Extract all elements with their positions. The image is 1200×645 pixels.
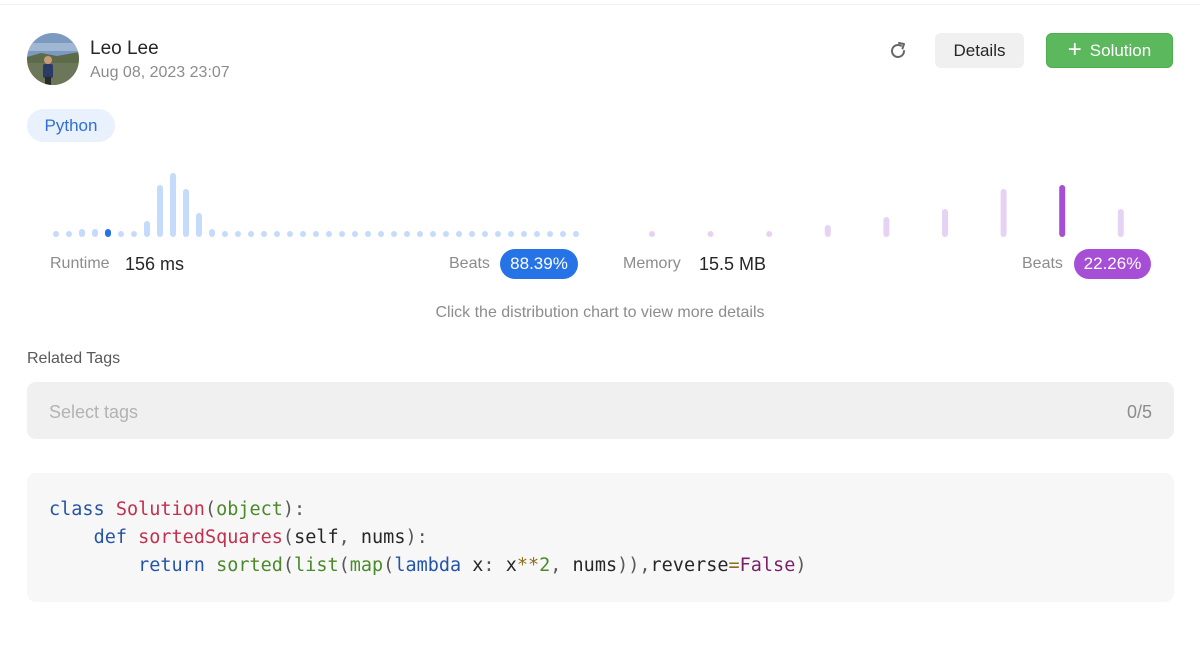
- refresh-icon: [891, 42, 905, 58]
- solution-button-label: Solution: [1089, 40, 1152, 60]
- runtime-distribution-bar[interactable]: [469, 231, 475, 237]
- runtime-distribution-bar[interactable]: [66, 231, 72, 237]
- runtime-distribution-bar[interactable]: [183, 189, 189, 237]
- avatar-photo: [27, 33, 79, 85]
- runtime-distribution-bar[interactable]: [222, 231, 228, 237]
- runtime-distribution-bar[interactable]: [430, 231, 436, 237]
- memory-label: Memory: [623, 255, 681, 272]
- submission-detail-page: Leo Lee Aug 08, 2023 23:07 Details + Sol…: [0, 0, 1200, 645]
- add-solution-button[interactable]: + Solution: [1046, 33, 1173, 68]
- user-name[interactable]: Leo Lee: [90, 38, 159, 60]
- runtime-distribution-bar[interactable]: [404, 231, 410, 237]
- refresh-button[interactable]: [884, 37, 912, 65]
- memory-distribution-bar[interactable]: [942, 209, 948, 237]
- plus-icon: +: [1067, 35, 1082, 63]
- chart-hint: Click the distribution chart to view mor…: [435, 304, 765, 321]
- runtime-value: 156 ms: [125, 254, 185, 274]
- memory-distribution-bar[interactable]: [1117, 209, 1124, 237]
- code-line-1: class Solution(object):: [49, 499, 306, 520]
- runtime-distribution-bar[interactable]: [352, 231, 358, 237]
- runtime-label: Runtime: [50, 255, 110, 272]
- runtime-distribution-bar[interactable]: [547, 231, 553, 237]
- runtime-distribution-bar[interactable]: [105, 229, 111, 237]
- runtime-beats-badge: 88.39%: [500, 249, 578, 279]
- runtime-distribution-bar[interactable]: [365, 231, 371, 237]
- runtime-distribution-bar[interactable]: [300, 231, 306, 237]
- language-tag: Python: [27, 109, 115, 142]
- memory-distribution-bar[interactable]: [824, 225, 831, 237]
- memory-value: 15.5 MB: [699, 254, 767, 274]
- runtime-distribution-bar[interactable]: [157, 185, 163, 237]
- runtime-distribution-bar[interactable]: [482, 231, 488, 237]
- runtime-distribution-bar[interactable]: [209, 229, 215, 237]
- runtime-distribution-bar[interactable]: [534, 231, 540, 237]
- runtime-distribution-bar[interactable]: [144, 221, 150, 237]
- runtime-distribution-bar[interactable]: [92, 229, 98, 237]
- avatar[interactable]: [27, 33, 79, 85]
- memory-distribution-bar[interactable]: [1059, 185, 1066, 237]
- runtime-distribution-bar[interactable]: [573, 231, 579, 237]
- memory-distribution-bar[interactable]: [766, 231, 773, 237]
- runtime-distribution-bar[interactable]: [118, 231, 124, 237]
- runtime-distribution-bar[interactable]: [196, 213, 202, 237]
- memory-distribution-bar[interactable]: [649, 231, 655, 237]
- memory-beats-badge: 22.26%: [1074, 249, 1151, 279]
- top-divider: [0, 4, 1200, 5]
- runtime-distribution-bar[interactable]: [170, 173, 176, 237]
- runtime-distribution-bar[interactable]: [326, 231, 332, 237]
- runtime-distribution-bar[interactable]: [521, 231, 527, 237]
- runtime-distribution-bar[interactable]: [456, 231, 462, 237]
- runtime-distribution-bar[interactable]: [443, 231, 449, 237]
- runtime-distribution-bar[interactable]: [53, 231, 59, 237]
- code-content: class Solution(object): def sortedSquare…: [49, 496, 806, 580]
- runtime-distribution-bar[interactable]: [508, 231, 514, 237]
- runtime-distribution-bar[interactable]: [248, 231, 254, 237]
- tags-placeholder: Select tags: [49, 402, 139, 422]
- memory-distribution-bar[interactable]: [883, 217, 890, 237]
- tags-select[interactable]: Select tags 0/5: [27, 382, 1174, 439]
- runtime-distribution-bar[interactable]: [274, 231, 280, 237]
- runtime-distribution-bar[interactable]: [79, 229, 85, 237]
- runtime-distribution-bar[interactable]: [235, 231, 241, 237]
- code-block[interactable]: class Solution(object): def sortedSquare…: [27, 473, 1174, 602]
- runtime-distribution-bar[interactable]: [339, 231, 345, 237]
- tags-count: 0/5: [1126, 402, 1152, 422]
- memory-distribution-bar[interactable]: [707, 231, 714, 237]
- runtime-beats-label: Beats: [449, 255, 490, 272]
- runtime-distribution-bar[interactable]: [417, 231, 423, 237]
- runtime-distribution-bar[interactable]: [378, 231, 384, 237]
- distribution-charts[interactable]: [0, 160, 1200, 245]
- memory-beats-label: Beats: [1022, 255, 1063, 272]
- code-line-2: def sortedSquares(self, nums):: [93, 527, 428, 548]
- runtime-distribution-bar[interactable]: [261, 231, 267, 237]
- submission-timestamp: Aug 08, 2023 23:07: [90, 64, 230, 81]
- runtime-distribution-bar[interactable]: [391, 231, 397, 237]
- memory-distribution-bar[interactable]: [1000, 189, 1007, 237]
- related-tags-title: Related Tags: [27, 350, 121, 367]
- runtime-distribution-bar[interactable]: [495, 231, 501, 237]
- runtime-distribution-bar[interactable]: [131, 231, 137, 237]
- details-button[interactable]: Details: [935, 33, 1024, 68]
- runtime-distribution-bar[interactable]: [313, 231, 319, 237]
- runtime-distribution-bar[interactable]: [560, 231, 566, 237]
- runtime-distribution-bar[interactable]: [287, 231, 293, 237]
- code-line-3: return sorted(list(map(lambda x: x**2, n…: [138, 555, 807, 576]
